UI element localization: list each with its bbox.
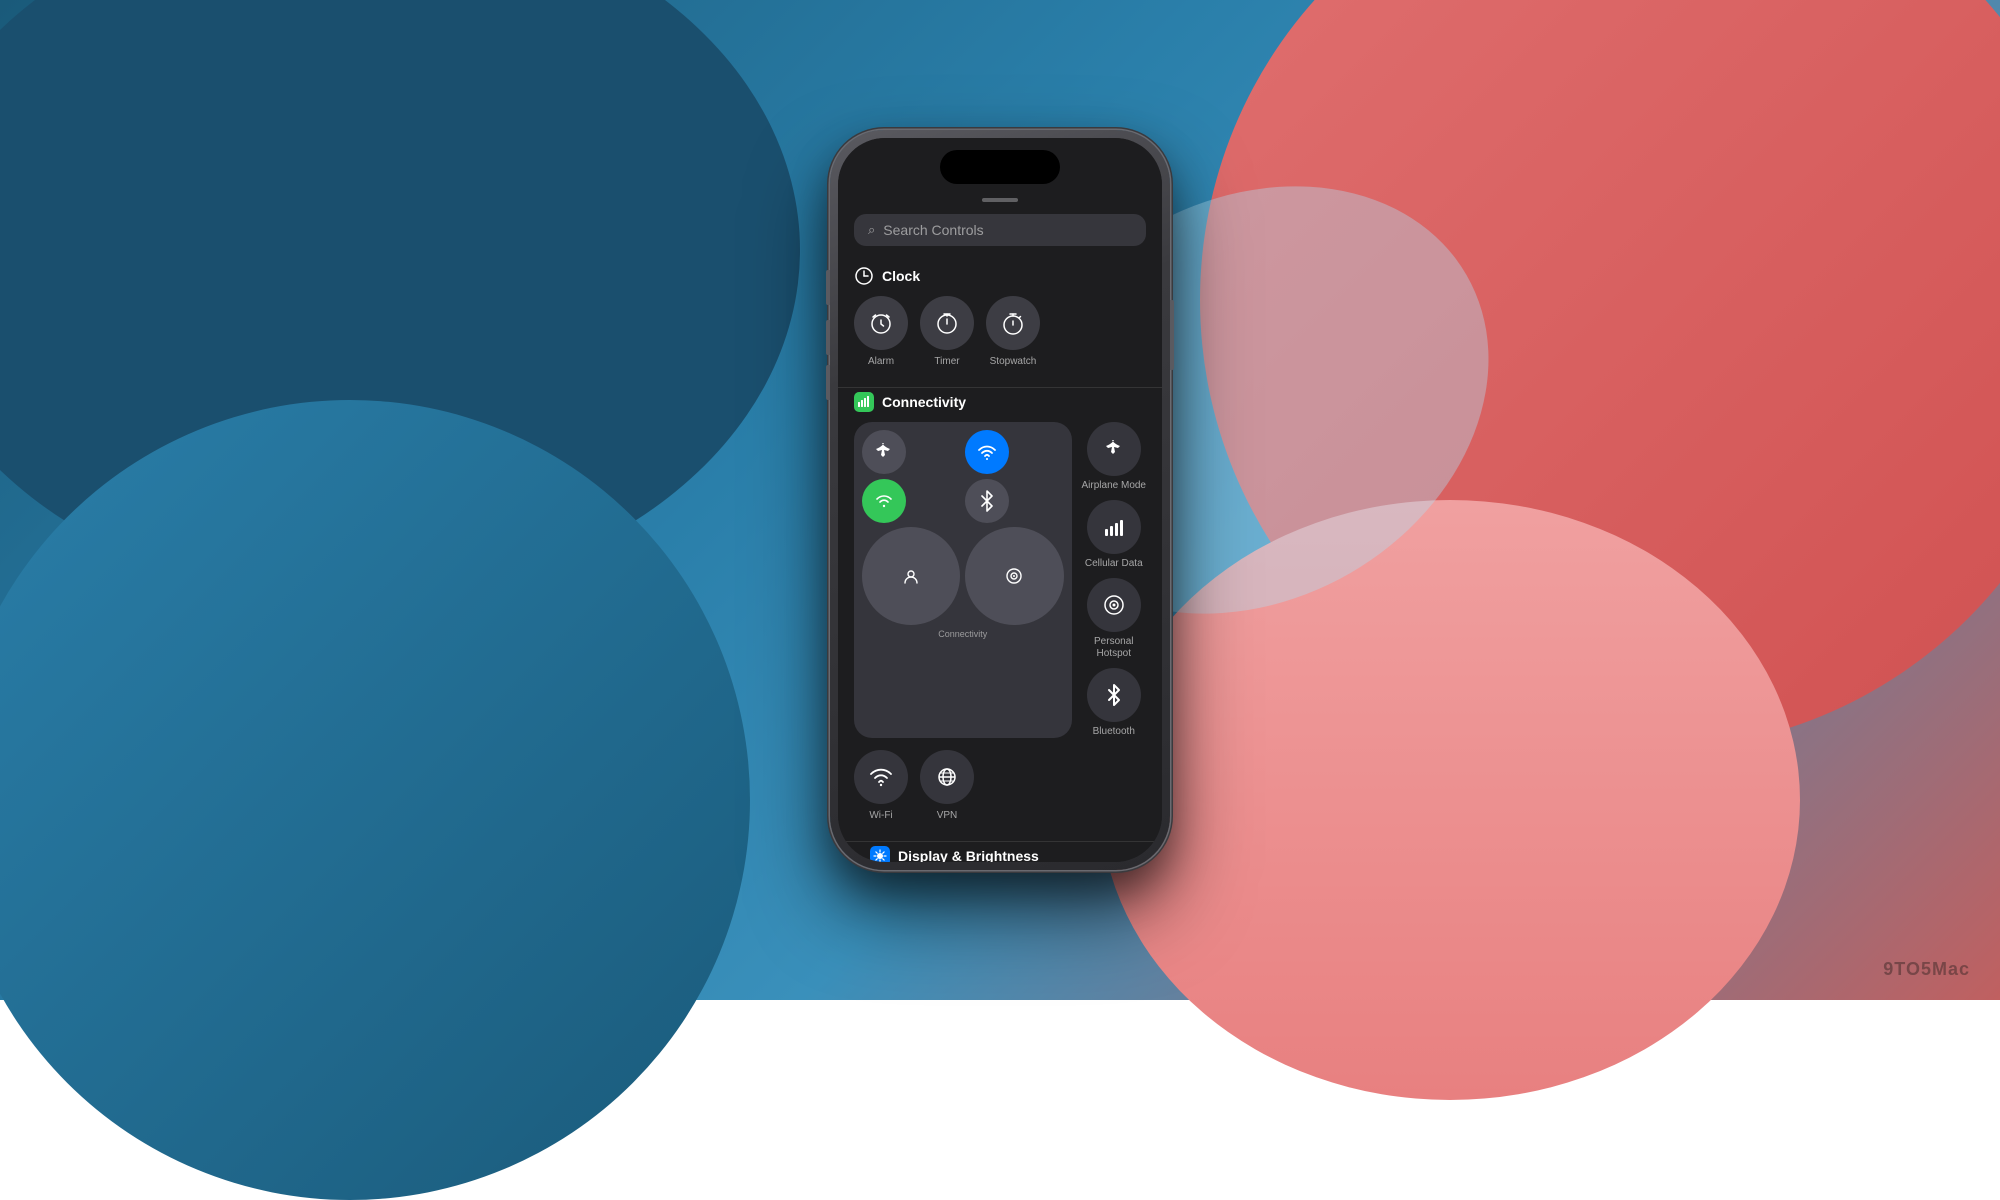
wifi-button[interactable] (854, 750, 908, 804)
wifi-item: Wi-Fi (854, 750, 908, 821)
widget-small-row (862, 527, 1064, 625)
connectivity-main-row: Connectivity Airplane (838, 422, 1162, 750)
airdrop-widget-btn[interactable] (862, 527, 960, 625)
wifi-vpn-row: Wi-Fi VPN (838, 750, 1162, 833)
timer-item[interactable]: Timer (920, 296, 974, 367)
display-section: Display & Brightness (838, 846, 1162, 862)
connectivity-widget-label: Connectivity (938, 629, 987, 639)
vpn-label: VPN (937, 810, 958, 821)
watermark: 9TO5Mac (1883, 959, 1970, 980)
personal-hotspot-label: Personal Hotspot (1094, 636, 1133, 660)
clock-title: Clock (882, 268, 920, 284)
clock-section: Clock (838, 266, 1162, 379)
wifi-green-btn[interactable] (862, 479, 906, 523)
timer-button[interactable] (920, 296, 974, 350)
phone-frame: ⌕ Search Controls Clock (830, 130, 1170, 870)
personal-hotspot-item: Personal Hotspot (1082, 578, 1146, 660)
stopwatch-button[interactable] (986, 296, 1040, 350)
personal-hotspot-button[interactable] (1087, 578, 1141, 632)
phone-wrapper: ⌕ Search Controls Clock (830, 130, 1170, 870)
divider-2 (838, 841, 1162, 842)
airplane-mode-button[interactable] (1087, 422, 1141, 476)
cellular-data-item: Cellular Data (1082, 500, 1146, 570)
bluetooth-label: Bluetooth (1093, 726, 1135, 738)
cellular-data-button[interactable] (1087, 500, 1141, 554)
wifi-active-widget-btn[interactable] (965, 430, 1009, 474)
stopwatch-item[interactable]: Stopwatch (986, 296, 1040, 367)
display-header: Display & Brightness (854, 846, 1146, 862)
hotspot-small-widget-btn[interactable] (965, 527, 1063, 625)
vpn-item: VPN (920, 750, 974, 821)
search-placeholder: Search Controls (883, 222, 983, 238)
timer-label: Timer (934, 356, 959, 367)
bluetooth-widget-btn[interactable] (965, 479, 1009, 523)
search-icon: ⌕ (868, 222, 875, 238)
screen-content: ⌕ Search Controls Clock (838, 138, 1162, 862)
search-bar[interactable]: ⌕ Search Controls (854, 214, 1146, 246)
display-title: Display & Brightness (898, 848, 1039, 862)
connectivity-widget-grid (862, 430, 1064, 523)
alarm-item[interactable]: Alarm (854, 296, 908, 367)
cellular-data-label: Cellular Data (1085, 558, 1143, 570)
connectivity-widget: Connectivity (854, 422, 1072, 738)
bluetooth-item: Bluetooth (1082, 668, 1146, 738)
connectivity-section-icon (854, 392, 874, 412)
divider-1 (838, 387, 1162, 388)
airplane-mode-label: Airplane Mode (1082, 480, 1146, 492)
phone-screen: ⌕ Search Controls Clock (838, 138, 1162, 862)
dynamic-island (940, 150, 1060, 184)
alarm-button[interactable] (854, 296, 908, 350)
clock-items: Alarm T (838, 296, 1162, 379)
airplane-mode-widget-btn[interactable] (862, 430, 906, 474)
airplane-mode-item: Airplane Mode (1082, 422, 1146, 492)
wifi-label: Wi-Fi (869, 810, 892, 821)
alarm-label: Alarm (868, 356, 894, 367)
connectivity-section: Connectivity (838, 392, 1162, 833)
stopwatch-label: Stopwatch (990, 356, 1037, 367)
display-section-icon (870, 846, 890, 862)
drag-handle (982, 198, 1018, 202)
connectivity-right-items: Airplane Mode (1082, 422, 1146, 738)
vpn-button[interactable] (920, 750, 974, 804)
connectivity-header: Connectivity (838, 392, 1162, 422)
clock-section-icon (854, 266, 874, 286)
connectivity-title: Connectivity (882, 394, 966, 410)
clock-header: Clock (838, 266, 1162, 296)
bluetooth-button[interactable] (1087, 668, 1141, 722)
bg-blob-2 (0, 400, 750, 1200)
